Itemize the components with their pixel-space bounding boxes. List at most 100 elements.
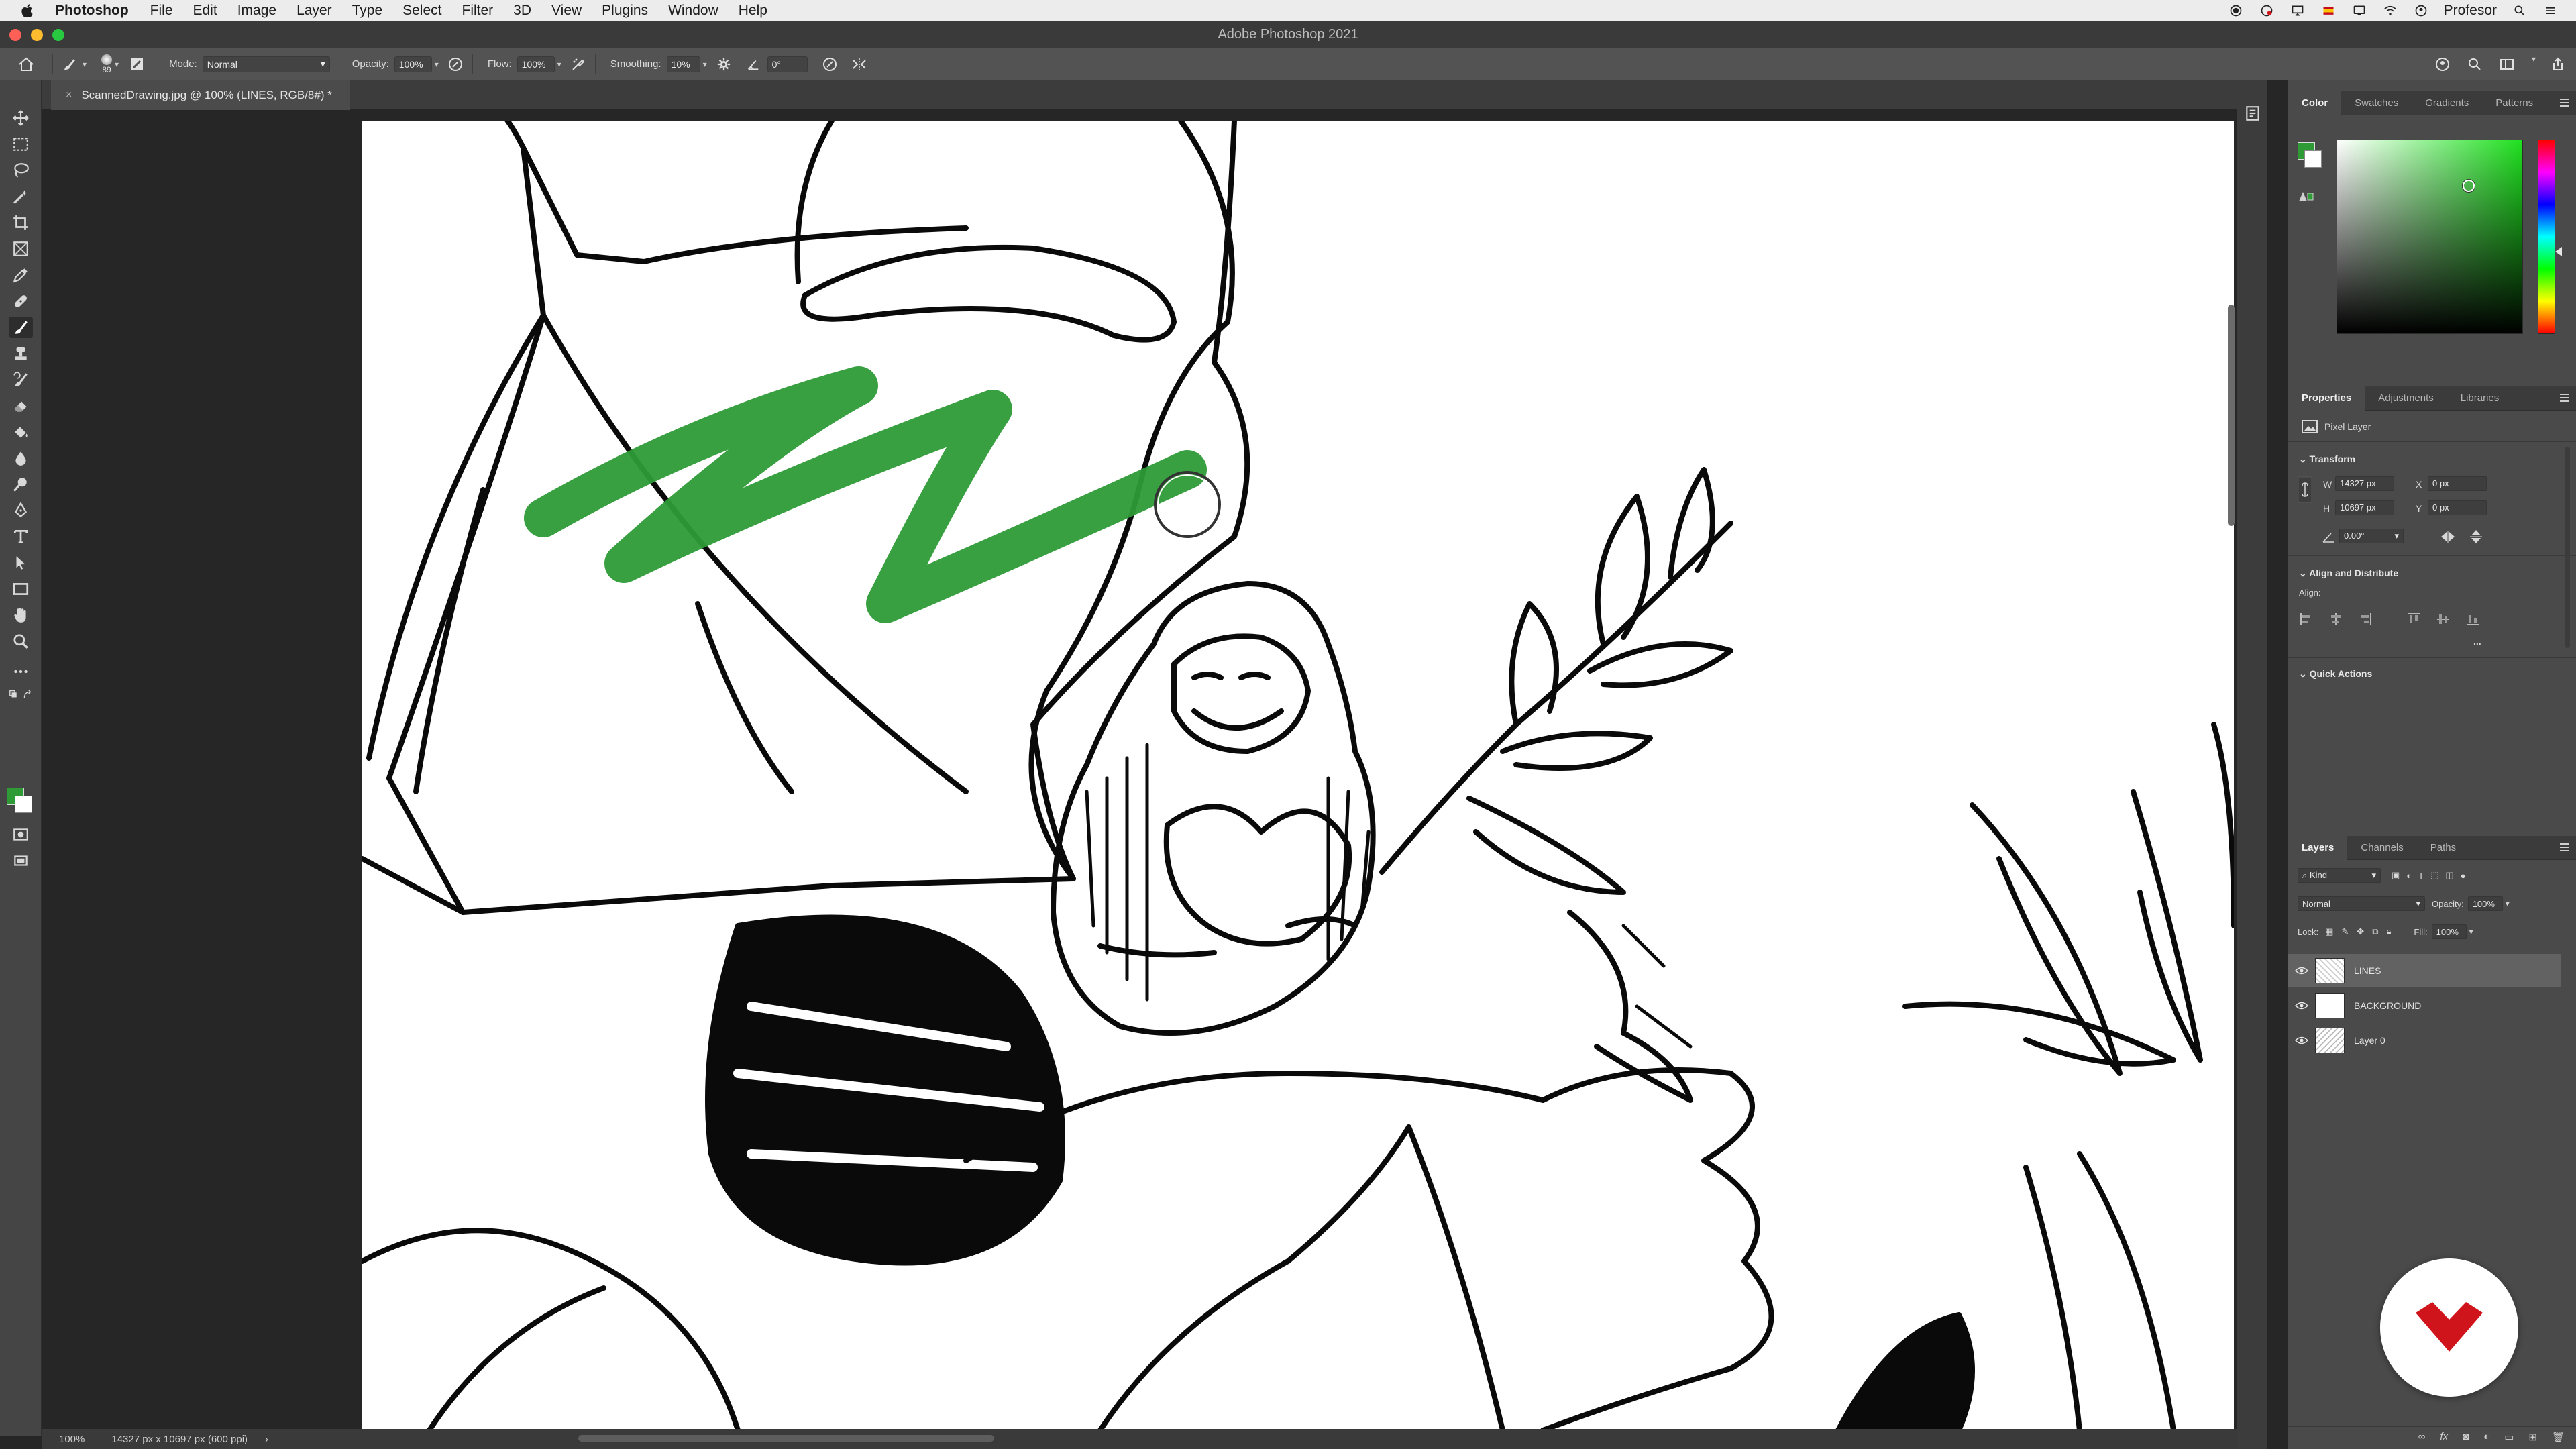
scrollbar-thumb[interactable] [2228,305,2235,526]
filter-shape-icon[interactable]: ⬚ [2430,870,2438,881]
chevron-down-icon[interactable]: ▾ [115,60,119,69]
eraser-tool-icon[interactable] [9,395,33,417]
chevron-down-icon[interactable]: ▾ [2506,899,2510,908]
menu-app-name[interactable]: Photoshop [55,3,129,19]
tab-channels[interactable]: Channels [2347,836,2416,860]
cloud-user-icon[interactable] [2432,54,2453,74]
adjustment-layer-icon[interactable]: ◐ [2483,1431,2489,1442]
frame-tool-icon[interactable] [9,238,33,260]
path-selection-tool-icon[interactable] [9,552,33,574]
zoom-level[interactable]: 100% [59,1434,85,1445]
panel-menu-icon[interactable] [2559,843,2570,852]
layer-name[interactable]: Layer 0 [2354,1035,2385,1046]
filter-pixel-icon[interactable]: ▣ [2392,870,2400,881]
eye-icon[interactable] [2288,967,2315,975]
menu-view[interactable]: View [551,3,582,19]
align-right-edges-icon[interactable] [2358,612,2373,627]
close-window-button[interactable] [9,29,21,41]
color-picker-ring[interactable] [2463,180,2475,192]
tab-paths[interactable]: Paths [2417,836,2469,860]
symmetry-icon[interactable] [849,54,869,74]
chevron-down-icon[interactable]: ▾ [557,60,561,69]
menu-filter[interactable]: Filter [462,3,494,19]
record-icon[interactable] [2228,4,2244,17]
color-background-swatch[interactable] [2304,150,2322,168]
hue-slider[interactable] [2538,140,2555,334]
chevron-down-icon[interactable]: ▾ [435,60,439,69]
align-horizontal-centers-icon[interactable] [2328,612,2343,627]
lock-all-icon[interactable]: 🔒︎ [2386,926,2391,937]
healing-brush-tool-icon[interactable] [9,290,33,312]
new-group-icon[interactable]: ▭ [2504,1431,2514,1443]
magic-wand-tool-icon[interactable] [9,186,33,207]
chevron-down-icon[interactable]: ▾ [83,60,87,69]
filter-type-icon[interactable]: T [2418,871,2424,881]
more-tools-icon[interactable] [9,661,33,682]
height-input[interactable]: 10697 px [2335,500,2394,515]
chevron-down-icon[interactable]: ▾ [703,60,707,69]
clone-stamp-tool-icon[interactable] [9,343,33,364]
tab-properties[interactable]: Properties [2288,386,2365,411]
panel-menu-icon[interactable] [2559,393,2570,402]
artboard[interactable] [362,121,2234,1430]
width-input[interactable]: 14327 px [2335,476,2394,491]
filter-adjustment-icon[interactable]: ◐ [2406,871,2412,881]
creative-cloud-icon[interactable] [2259,4,2275,17]
zoom-tool-icon[interactable] [9,631,33,652]
swap-colors-icon[interactable] [9,687,33,702]
layer-name[interactable]: LINES [2354,965,2381,976]
screen-mode-icon[interactable] [9,850,33,871]
rotation-input[interactable]: 0.00° ▾ [2339,529,2404,543]
align-vertical-centers-icon[interactable] [2436,612,2451,627]
layer-row-layer-0[interactable]: Layer 0 [2288,1024,2561,1057]
eye-icon[interactable] [2288,1036,2315,1044]
pressure-size-icon[interactable] [820,54,840,74]
lock-transparency-icon[interactable]: ▦ [2325,926,2333,937]
trash-icon[interactable]: 🗑︎ [2552,1431,2565,1443]
menu-window[interactable]: Window [668,3,718,19]
filter-smart-object-icon[interactable]: ◫ [2445,870,2453,881]
user-name[interactable]: Profesor [2444,3,2497,19]
airbrush-icon[interactable] [568,54,588,74]
brush-preset-icon[interactable] [60,54,80,74]
eye-icon[interactable] [2288,1002,2315,1010]
history-panel-icon[interactable] [2243,103,2263,123]
menu-layer[interactable]: Layer [297,3,332,19]
document-tab[interactable]: × ScannedDrawing.jpg @ 100% (LINES, RGB/… [51,80,350,110]
pen-tool-icon[interactable] [9,500,33,521]
home-icon[interactable] [16,54,36,74]
layer-opacity-input[interactable]: 100% [2467,896,2503,911]
eyedropper-tool-icon[interactable] [9,264,33,286]
menu-image[interactable]: Image [237,3,276,19]
gear-icon[interactable] [714,54,734,74]
canvas-workspace[interactable] [42,110,2267,1430]
layer-kind-filter[interactable]: ⌕ Kind ▾ [2298,868,2381,883]
menu-edit[interactable]: Edit [193,3,217,19]
out-of-gamut-warning-icon[interactable] [2298,189,2314,203]
align-left-edges-icon[interactable] [2299,612,2314,627]
brush-settings-panel-icon[interactable] [127,54,147,74]
brush-size-picker[interactable]: 89 [101,54,113,74]
quick-actions-section-title[interactable]: ⌄ Quick Actions [2299,668,2372,680]
share-icon[interactable] [2548,54,2568,74]
flip-horizontal-icon[interactable] [2440,530,2456,543]
apple-menu-icon[interactable] [19,2,36,19]
flag-icon[interactable] [2320,4,2337,17]
horizontal-scrollbar[interactable] [578,1435,994,1442]
brush-angle-input[interactable]: 0° [767,56,808,72]
panel-menu-icon[interactable] [2559,98,2570,107]
move-tool-icon[interactable] [9,107,33,129]
search-icon[interactable] [2465,54,2485,74]
align-top-edges-icon[interactable] [2406,612,2421,627]
menu-plugins[interactable]: Plugins [602,3,648,19]
flow-input[interactable]: 100% [517,56,555,72]
add-mask-icon[interactable]: ◙ [2463,1431,2469,1442]
mode-select[interactable]: Normal ▾ [202,56,330,72]
chevron-down-icon[interactable]: ▾ [2469,927,2473,936]
properties-scrollbar[interactable] [2565,447,2570,648]
screen-mirroring-icon[interactable] [2290,4,2306,17]
menu-file[interactable]: File [150,3,173,19]
opacity-input[interactable]: 100% [394,56,432,72]
transform-section-title[interactable]: ⌄ Transform [2299,453,2355,465]
user-icon[interactable] [2413,4,2429,17]
